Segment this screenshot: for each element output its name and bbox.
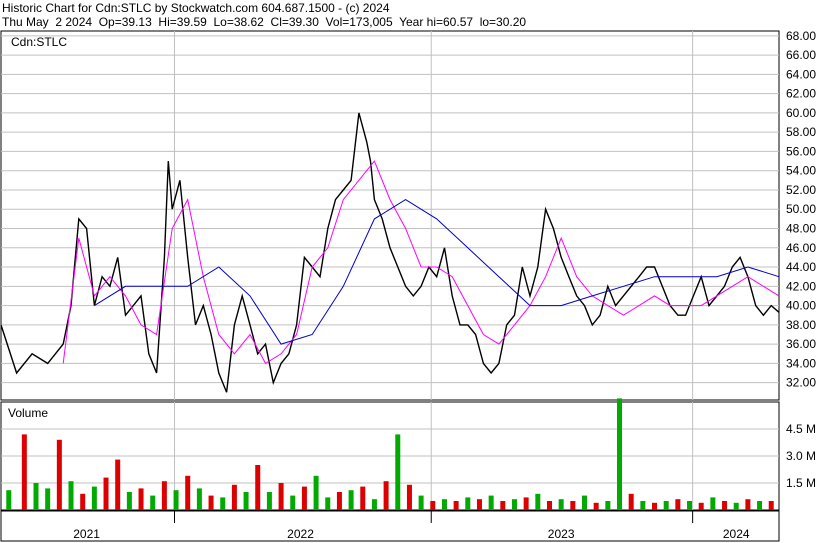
volume-bar	[558, 499, 564, 510]
volume-bar	[290, 495, 296, 510]
volume-bar	[675, 499, 681, 510]
volume-bar	[161, 481, 167, 510]
volume-bar	[220, 497, 226, 510]
volume-bar	[500, 501, 506, 510]
x-tick-label: 2023	[548, 527, 575, 541]
volume-bar	[173, 490, 179, 510]
stock-chart: Cdn:STLC Volume 68.00 66.00 64.00 62.00 60.0…	[0, 29, 816, 542]
volume-bar	[301, 486, 307, 510]
price-tick-label: 42.00	[786, 279, 816, 293]
volume-bar	[733, 502, 739, 510]
x-tick-label: 2021	[73, 527, 100, 541]
volume-bar	[68, 481, 74, 510]
volume-bar	[371, 499, 377, 510]
price-tick-label: 36.00	[786, 337, 816, 351]
price-tick-label: 40.00	[786, 299, 816, 313]
price-tick-label: 34.00	[786, 356, 816, 370]
volume-bar	[430, 501, 436, 510]
volume-bar	[698, 502, 704, 510]
volume-bar	[395, 434, 401, 510]
volume-bar	[103, 477, 109, 510]
volume-bar	[21, 434, 27, 510]
volume-bar	[757, 501, 763, 510]
volume-bar	[593, 502, 599, 510]
volume-bar	[535, 493, 541, 510]
price-tick-label: 44.00	[786, 260, 816, 274]
volume-bar	[348, 490, 354, 510]
volume-bar	[196, 488, 202, 510]
volume-bar	[255, 465, 261, 510]
volume-bar	[278, 483, 284, 510]
volume-bar	[56, 439, 62, 510]
volume-bar	[453, 501, 459, 510]
price-tick-label: 56.00	[786, 144, 816, 158]
volume-tick-label: 4.5 M	[786, 422, 816, 436]
x-axis-band	[0, 510, 780, 542]
volume-bar	[91, 486, 97, 510]
price-tick-label: 58.00	[786, 125, 816, 139]
volume-bar	[488, 495, 494, 510]
volume-bar	[126, 492, 132, 510]
volume-bar	[80, 493, 86, 510]
volume-bar	[640, 501, 646, 510]
volume-bar	[383, 481, 389, 510]
price-tick-label: 60.00	[786, 106, 816, 120]
volume-bar	[336, 492, 342, 510]
volume-bar	[628, 493, 634, 510]
volume-bar	[768, 501, 774, 510]
price-tick-label: 38.00	[786, 318, 816, 332]
x-tick-label: 2022	[287, 527, 314, 541]
volume-bar	[722, 501, 728, 510]
volume-bar	[511, 499, 517, 510]
price-line	[0, 112, 780, 393]
volume-bar	[546, 501, 552, 510]
volume-bar	[266, 492, 272, 510]
volume-bar	[523, 497, 529, 510]
volume-bar	[418, 495, 424, 510]
volume-bar	[465, 497, 471, 510]
volume-bar	[663, 501, 669, 510]
volume-bar	[476, 499, 482, 510]
volume-bar	[243, 492, 249, 510]
volume-bar	[325, 497, 331, 510]
volume-tick-label: 3.0 M	[786, 449, 816, 463]
volume-bar	[150, 495, 156, 510]
volume-bar	[652, 502, 658, 510]
volume-bar	[710, 497, 716, 510]
price-panel-frame	[0, 30, 780, 401]
price-panel-title: Cdn:STLC	[11, 35, 67, 49]
volume-bar	[745, 499, 751, 510]
x-tick-label: 2024	[723, 527, 750, 541]
price-tick-label: 50.00	[786, 202, 816, 216]
price-tick-label: 66.00	[786, 48, 816, 62]
volume-panel-title: Volume	[8, 406, 48, 420]
volume-bar	[115, 459, 121, 510]
price-tick-label: 52.00	[786, 183, 816, 197]
price-tick-label: 32.00	[786, 376, 816, 390]
price-tick-label: 54.00	[786, 164, 816, 178]
price-tick-label: 68.00	[786, 29, 816, 43]
volume-bar	[687, 501, 693, 510]
volume-bar	[138, 488, 144, 510]
price-tick-label: 64.00	[786, 67, 816, 81]
volume-bar	[6, 490, 12, 510]
volume-bar	[313, 475, 319, 510]
volume-bar	[208, 495, 214, 510]
volume-bar	[582, 495, 587, 510]
volume-bar	[406, 484, 412, 510]
volume-bar	[185, 475, 191, 510]
volume-bar	[605, 501, 611, 510]
volume-bar	[45, 488, 51, 510]
price-tick-label: 48.00	[786, 222, 816, 236]
volume-bar	[360, 486, 366, 510]
price-tick-label: 62.00	[786, 87, 816, 101]
price-tick-label: 46.00	[786, 241, 816, 255]
volume-tick-label: 1.5 M	[786, 476, 816, 490]
volume-bar	[441, 499, 447, 510]
volume-bar	[617, 398, 623, 510]
volume-bar	[33, 483, 39, 510]
volume-bar	[570, 501, 576, 510]
volume-bar	[231, 484, 237, 510]
